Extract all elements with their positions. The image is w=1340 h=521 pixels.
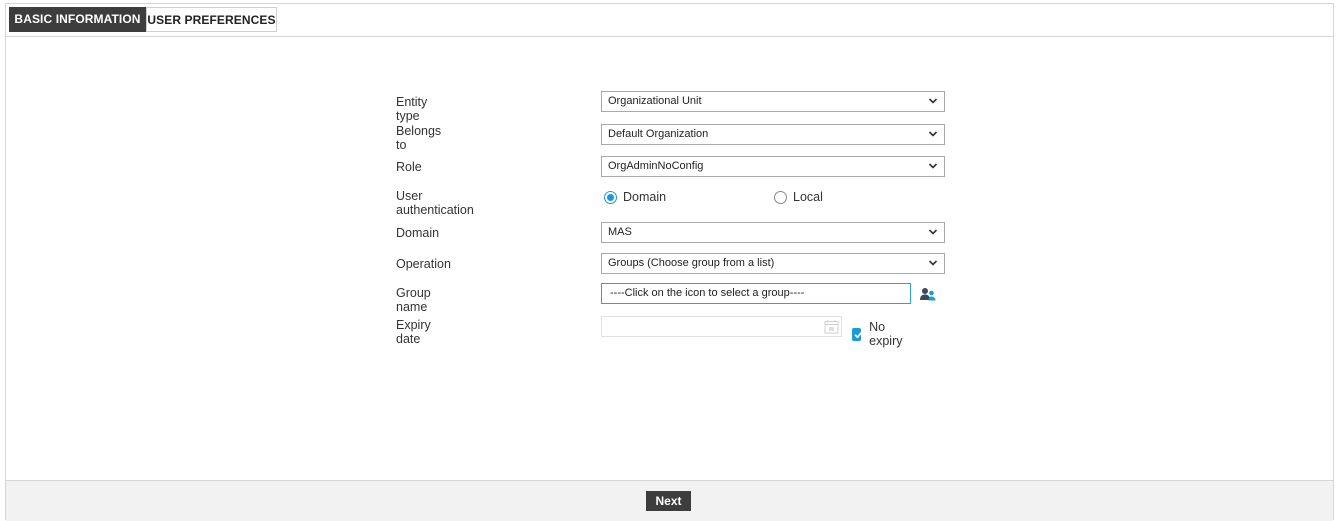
radio-local[interactable]: Local — [774, 190, 823, 204]
checkmark-icon — [854, 330, 863, 338]
belongs-to-select[interactable]: Default Organization — [601, 124, 945, 145]
radio-domain-label: Domain — [623, 190, 667, 204]
next-button[interactable]: Next — [646, 491, 691, 511]
radio-checked-icon — [604, 190, 617, 204]
entity-type-select[interactable]: Organizational Unit — [601, 91, 945, 112]
expiry-date-label: Expiry date — [396, 318, 431, 346]
calendar-icon[interactable] — [824, 319, 839, 334]
footer-bar: Next — [6, 480, 1333, 521]
entity-type-label: Entity type — [396, 95, 428, 123]
group-name-input[interactable]: ----Click on the icon to select a group-… — [601, 283, 911, 304]
operation-select[interactable]: Groups (Choose group from a list) — [601, 253, 945, 274]
chevron-down-icon — [928, 229, 938, 235]
group-name-label: Group name — [396, 286, 431, 314]
radio-unchecked-icon — [774, 190, 787, 204]
users-icon[interactable] — [920, 287, 936, 301]
no-expiry-label: No expiry — [869, 320, 903, 348]
checkbox-checked-icon — [852, 327, 863, 341]
operation-label: Operation — [396, 257, 451, 271]
role-value: OrgAdminNoConfig — [608, 160, 704, 172]
radio-local-label: Local — [793, 190, 823, 204]
user-authentication-label: User authentication — [396, 189, 474, 217]
expiry-date-input[interactable] — [601, 316, 842, 337]
tab-basic-information[interactable]: BASIC INFORMATION — [9, 7, 146, 32]
domain-value: MAS — [608, 226, 632, 238]
no-expiry-checkbox[interactable]: No expiry — [852, 320, 906, 348]
tab-bar: BASIC INFORMATION USER PREFERENCES — [6, 4, 1333, 37]
operation-value: Groups (Choose group from a list) — [608, 257, 775, 269]
user-authentication-radio-group: Domain Local — [604, 190, 944, 210]
belongs-to-value: Default Organization — [608, 128, 709, 140]
form-container: BASIC INFORMATION USER PREFERENCES Entit… — [5, 3, 1334, 521]
domain-select[interactable]: MAS — [601, 222, 945, 243]
domain-label: Domain — [396, 226, 440, 240]
tab-user-preferences[interactable]: USER PREFERENCES — [146, 7, 277, 32]
chevron-down-icon — [928, 98, 938, 104]
chevron-down-icon — [928, 260, 938, 266]
radio-domain[interactable]: Domain — [604, 190, 666, 204]
chevron-down-icon — [928, 163, 938, 169]
entity-type-value: Organizational Unit — [608, 95, 702, 107]
role-label: Role — [396, 160, 422, 174]
role-select[interactable]: OrgAdminNoConfig — [601, 156, 945, 177]
belongs-to-label: Belongs to — [396, 124, 442, 152]
chevron-down-icon — [928, 131, 938, 137]
